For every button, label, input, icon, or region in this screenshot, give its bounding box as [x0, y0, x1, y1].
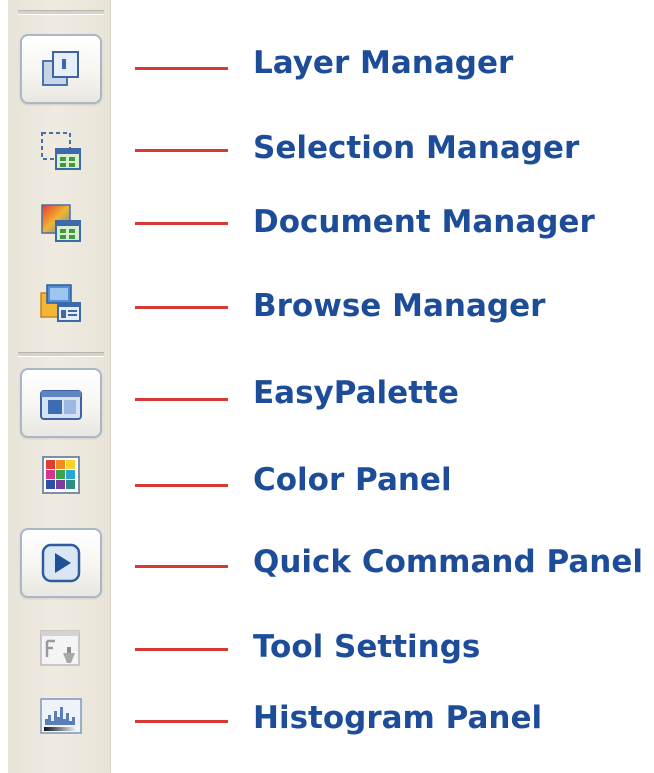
- color-panel-button[interactable]: [20, 440, 102, 510]
- leader-line-selection-manager: [135, 149, 228, 152]
- label-document-manager: Document Manager: [253, 204, 595, 240]
- label-selection-manager: Selection Manager: [253, 130, 580, 166]
- label-browse-manager: Browse Manager: [253, 288, 546, 324]
- label-easypalette: EasyPalette: [253, 375, 459, 411]
- selection-manager-icon: [41, 132, 81, 170]
- leader-line-color-panel: [135, 484, 228, 487]
- browse-manager-icon: [40, 284, 81, 322]
- quick-command-panel-icon: [41, 543, 81, 583]
- tool-settings-button[interactable]: [20, 614, 102, 684]
- label-layer-manager: Layer Manager: [253, 45, 514, 81]
- tool-settings-icon: [40, 630, 80, 666]
- toolbar-separator: [18, 352, 104, 357]
- browse-manager-button[interactable]: [20, 268, 102, 338]
- leader-line-quick-command-panel: [135, 565, 228, 568]
- toolbar-grip-top[interactable]: [18, 10, 104, 15]
- leader-line-histogram-panel: [135, 720, 228, 723]
- layer-manager-button[interactable]: [20, 34, 102, 104]
- vertical-toolbar: [8, 0, 111, 773]
- leader-line-easypalette: [135, 398, 228, 401]
- leader-line-tool-settings: [135, 648, 228, 651]
- color-panel-icon: [42, 456, 80, 494]
- label-tool-settings: Tool Settings: [253, 629, 481, 665]
- label-quick-command-panel: Quick Command Panel: [253, 544, 643, 580]
- histogram-panel-button[interactable]: [20, 682, 102, 752]
- document-manager-icon: [41, 204, 81, 242]
- histogram-panel-icon: [40, 698, 82, 734]
- leader-line-layer-manager: [135, 67, 228, 70]
- easypalette-icon: [40, 390, 82, 420]
- label-histogram-panel: Histogram Panel: [253, 700, 543, 736]
- leader-line-browse-manager: [135, 306, 228, 309]
- quick-command-panel-button[interactable]: [20, 528, 102, 598]
- layer-manager-icon: [42, 51, 79, 86]
- easypalette-button[interactable]: [20, 368, 102, 438]
- selection-manager-button[interactable]: [20, 116, 102, 186]
- label-color-panel: Color Panel: [253, 462, 452, 498]
- document-manager-button[interactable]: [20, 188, 102, 258]
- leader-line-document-manager: [135, 222, 228, 225]
